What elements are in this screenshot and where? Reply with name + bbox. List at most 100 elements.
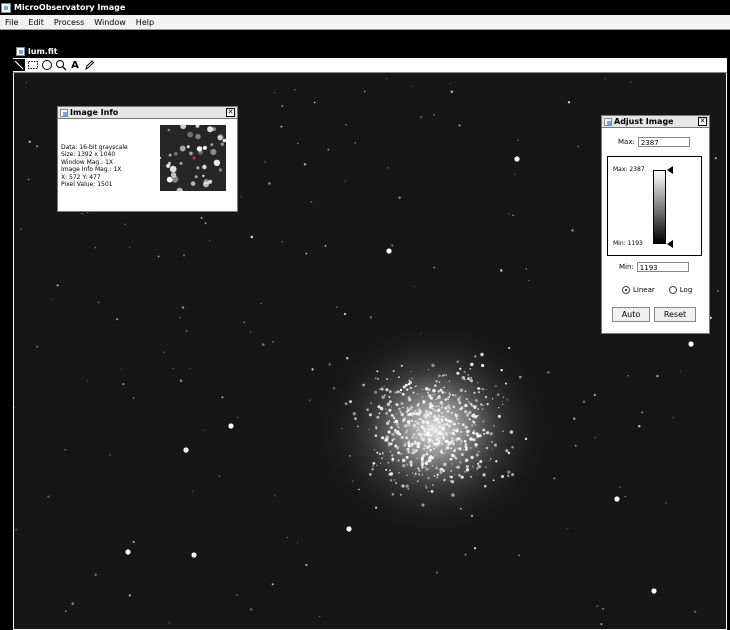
text-tool-icon[interactable]: A xyxy=(69,59,81,71)
max-input[interactable]: 2387 xyxy=(637,137,690,147)
zoom-icon[interactable] xyxy=(55,59,67,71)
star xyxy=(402,406,404,409)
star xyxy=(436,421,438,424)
close-icon[interactable]: ✕ xyxy=(226,108,235,117)
app-logo-icon xyxy=(1,2,11,13)
star xyxy=(444,448,447,451)
star xyxy=(354,142,357,144)
star xyxy=(430,424,434,428)
star xyxy=(399,493,402,496)
star xyxy=(418,469,421,472)
star xyxy=(393,416,396,420)
star xyxy=(495,385,497,388)
image-window-titlebar[interactable]: lum.fit xyxy=(13,44,727,58)
star xyxy=(470,514,474,518)
thumbnail-star xyxy=(173,151,178,156)
star xyxy=(399,388,403,392)
star xyxy=(179,379,183,382)
star xyxy=(412,435,414,437)
min-slider-handle[interactable] xyxy=(667,240,673,248)
star xyxy=(460,443,462,445)
star xyxy=(386,378,389,381)
star xyxy=(478,414,480,416)
star xyxy=(168,622,170,624)
star xyxy=(128,594,131,597)
info-pixel-value: Pixel Value: 1501 xyxy=(61,181,113,189)
star xyxy=(116,318,119,321)
star xyxy=(467,377,469,379)
star xyxy=(467,374,469,376)
star xyxy=(410,371,412,373)
star xyxy=(373,449,375,451)
star xyxy=(641,411,644,414)
star xyxy=(192,490,194,492)
thumbnail-star xyxy=(186,145,190,149)
min-input[interactable]: 1193 xyxy=(636,262,689,272)
star xyxy=(391,244,394,247)
star xyxy=(482,404,485,407)
star xyxy=(378,452,381,456)
star xyxy=(423,454,426,456)
star xyxy=(391,493,395,496)
star xyxy=(446,397,450,401)
menu-process[interactable]: Process xyxy=(49,18,89,27)
line-tool-icon[interactable] xyxy=(13,59,25,71)
radio-log[interactable] xyxy=(668,286,677,294)
star xyxy=(385,408,387,410)
menu-file[interactable]: File xyxy=(0,18,23,27)
star xyxy=(384,438,388,442)
star xyxy=(497,414,501,418)
star xyxy=(172,368,174,369)
star xyxy=(424,445,427,447)
star xyxy=(430,427,434,431)
star xyxy=(421,503,425,507)
menu-edit[interactable]: Edit xyxy=(23,18,49,27)
star xyxy=(400,412,404,417)
auto-button[interactable]: Auto xyxy=(612,307,650,322)
star xyxy=(425,485,427,487)
star xyxy=(436,418,439,421)
star xyxy=(456,371,460,375)
star xyxy=(438,381,441,384)
close-icon[interactable]: ✕ xyxy=(698,117,707,126)
star xyxy=(627,375,629,377)
rect-select-icon[interactable] xyxy=(27,59,39,71)
star xyxy=(411,445,414,448)
adjust-image-titlebar[interactable]: Adjust Image ✕ xyxy=(602,116,709,128)
star xyxy=(432,408,435,410)
star xyxy=(475,446,477,448)
star xyxy=(469,447,472,449)
star xyxy=(477,382,479,384)
pencil-icon[interactable] xyxy=(83,59,95,71)
star xyxy=(443,374,446,376)
star xyxy=(451,393,455,397)
star xyxy=(436,473,439,476)
star xyxy=(345,124,347,126)
image-info-titlebar[interactable]: Image Info ✕ xyxy=(58,107,237,119)
star xyxy=(416,404,420,407)
max-slider-handle[interactable] xyxy=(667,166,673,174)
star xyxy=(412,411,414,413)
radio-linear[interactable] xyxy=(622,286,630,294)
ellipse-select-icon[interactable] xyxy=(41,59,53,71)
star xyxy=(463,440,467,443)
star xyxy=(440,411,444,414)
star xyxy=(417,473,421,476)
star xyxy=(402,417,407,421)
star xyxy=(389,450,392,453)
star xyxy=(410,419,413,422)
reset-button[interactable]: Reset xyxy=(654,307,696,322)
star xyxy=(403,443,407,447)
star xyxy=(582,400,586,403)
star xyxy=(473,405,477,409)
star xyxy=(413,285,415,287)
image-canvas[interactable]: Image Info ✕ Data: 16-bit grayscale Size… xyxy=(14,73,726,629)
star xyxy=(443,462,447,467)
star xyxy=(203,429,205,431)
star xyxy=(414,420,417,423)
star xyxy=(491,398,494,400)
menu-window[interactable]: Window xyxy=(89,18,131,27)
menu-help[interactable]: Help xyxy=(131,18,159,27)
star xyxy=(183,447,189,453)
star xyxy=(463,449,465,451)
